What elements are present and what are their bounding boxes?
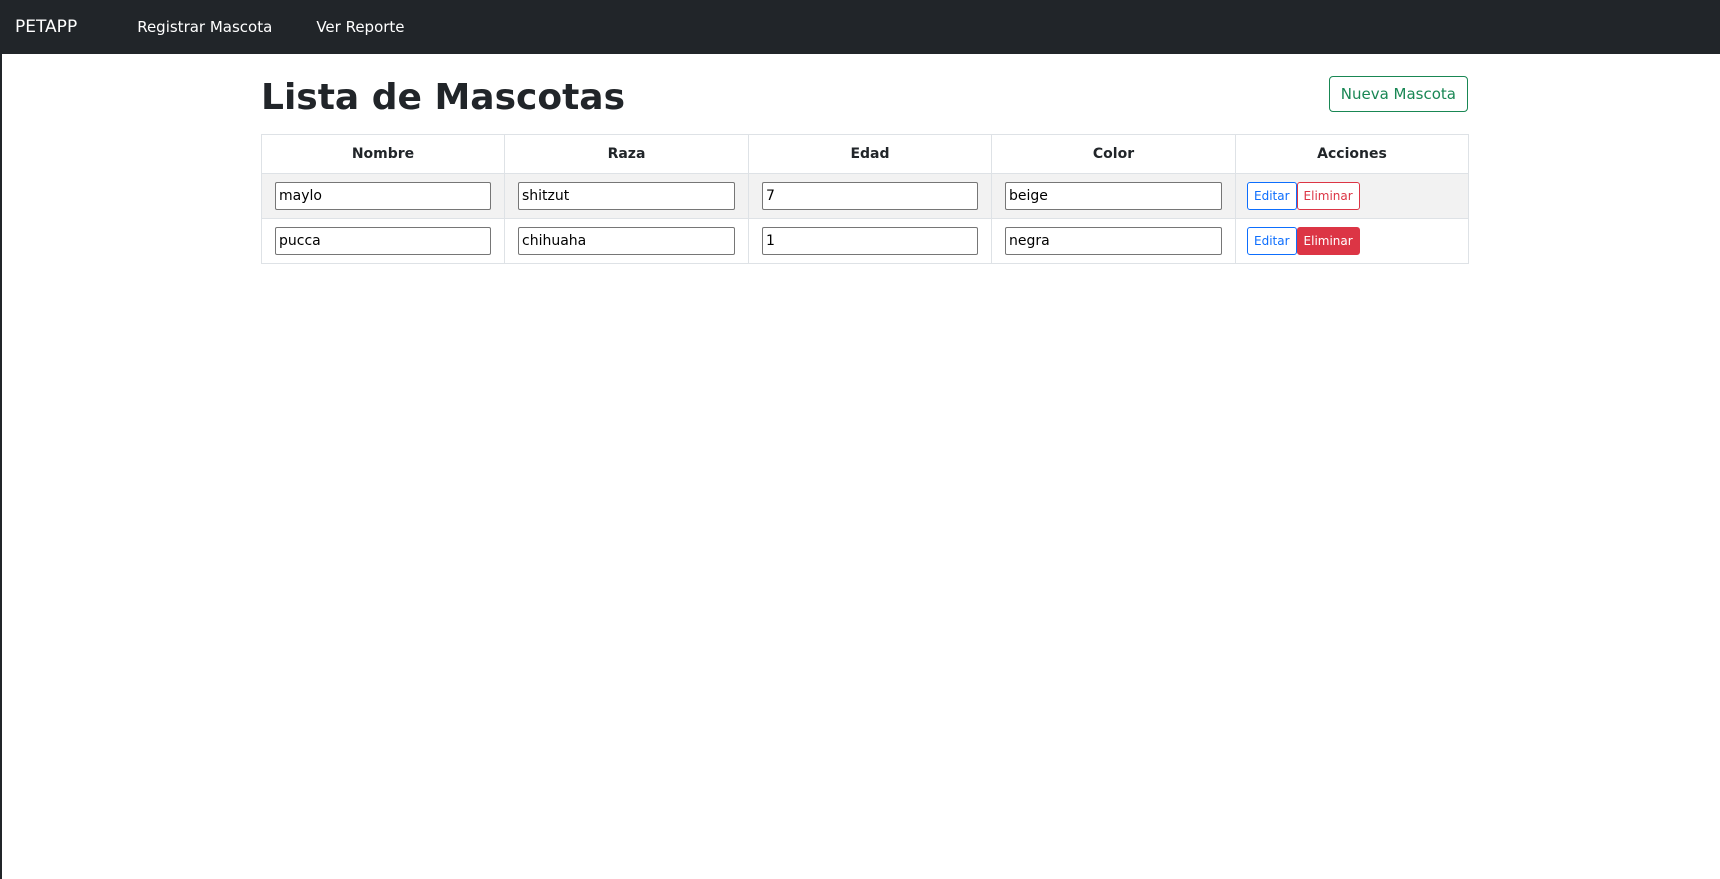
column-header-acciones: Acciones [1235,134,1469,174]
color-input[interactable] [1005,182,1222,210]
table-row: EditarEliminar [261,173,1469,219]
nombre-input[interactable] [275,227,491,255]
navbar-brand[interactable]: PETAPP [15,17,77,37]
page: PETAPP Registrar Mascota Ver Reporte Lis… [0,0,1720,879]
column-header-nombre: Nombre [261,134,505,174]
main-container: Lista de Mascotas Nueva Mascota Nombre R… [261,54,1469,264]
edit-button[interactable]: Editar [1247,182,1297,210]
navbar: PETAPP Registrar Mascota Ver Reporte [2,0,1720,54]
delete-button[interactable]: Eliminar [1296,182,1360,210]
new-pet-button[interactable]: Nueva Mascota [1328,76,1468,112]
pets-table: Nombre Raza Edad Color Acciones EditarEl… [261,134,1469,264]
color-input[interactable] [1005,227,1222,255]
nombre-input[interactable] [275,182,491,210]
table-header-row: Nombre Raza Edad Color Acciones [261,134,1469,174]
raza-input[interactable] [518,227,735,255]
row-actions: Editar Eliminar [1235,218,1469,264]
header-row: Lista de Mascotas Nueva Mascota [261,54,1468,134]
edad-input[interactable] [762,227,978,255]
table-row: EditarEliminar [261,218,1469,264]
edad-input[interactable] [762,182,978,210]
column-header-raza: Raza [504,134,749,174]
delete-button[interactable]: Eliminar [1296,227,1360,255]
raza-input[interactable] [518,182,735,210]
column-header-edad: Edad [748,134,992,174]
row-actions: Editar Eliminar [1235,173,1469,219]
page-title: Lista de Mascotas [261,77,626,118]
nav-link-registrar-mascota[interactable]: Registrar Mascota [137,18,272,36]
edit-button[interactable]: Editar [1247,227,1297,255]
column-header-color: Color [991,134,1236,174]
nav-link-ver-reporte[interactable]: Ver Reporte [316,18,404,36]
